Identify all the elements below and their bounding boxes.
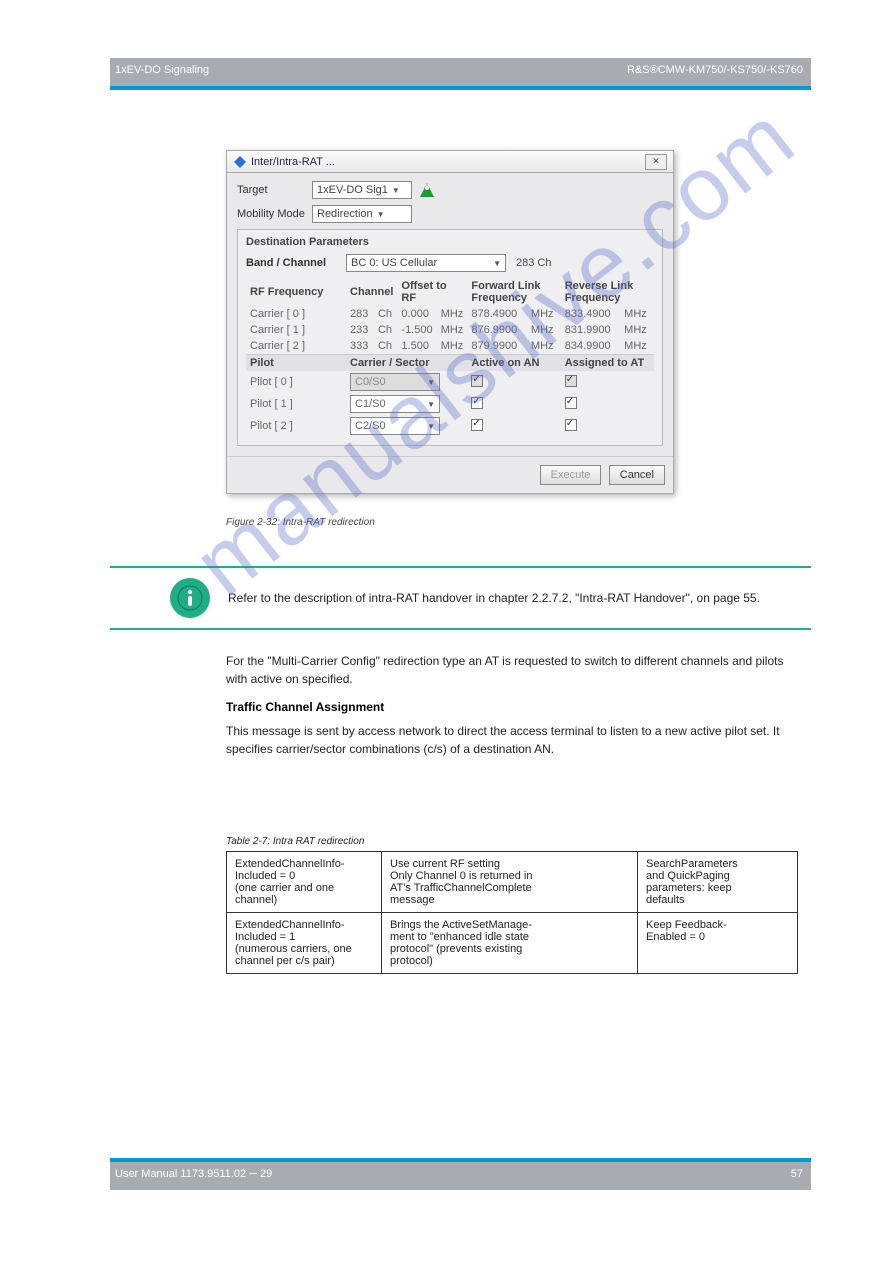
group-title: Destination Parameters: [246, 236, 654, 248]
mobility-dropdown[interactable]: Redirection ▼: [312, 205, 412, 223]
chevron-down-icon: ▼: [427, 422, 435, 431]
col-active-an: Active on AN: [467, 355, 560, 372]
target-value: 1xEV-DO Sig1: [317, 184, 388, 196]
mobility-label: Mobility Mode: [237, 208, 312, 220]
col-forward: Forward Link Frequency: [467, 278, 560, 306]
band-label: Band / Channel: [246, 257, 346, 269]
chevron-down-icon: ▼: [377, 210, 385, 219]
table-caption: Table 2-7: Intra RAT redirection: [226, 836, 798, 847]
col-carrier-sector: Carrier / Sector: [346, 355, 467, 372]
cancel-button[interactable]: Cancel: [609, 465, 665, 485]
info-callout: Refer to the description of intra-RAT ha…: [110, 566, 811, 630]
mobility-value: Redirection: [317, 208, 373, 220]
window-icon: [233, 155, 247, 169]
body-text: For the "Multi-Carrier Config" redirecti…: [226, 652, 793, 764]
footer-left: User Manual 1173.9511.02 ─ 29: [115, 1168, 272, 1180]
target-dropdown[interactable]: 1xEV-DO Sig1 ▼: [312, 181, 412, 199]
dialog-footer: Execute Cancel: [227, 456, 673, 493]
pilot1-dropdown[interactable]: C1/S0▼: [350, 395, 440, 413]
table-row: ExtendedChannelInfo- Included = 1 (numer…: [227, 913, 798, 974]
col-assigned-at: Assigned to AT: [561, 355, 654, 372]
subheading: Traffic Channel Assignment: [226, 698, 793, 716]
band-dropdown[interactable]: BC 0: US Cellular ▼: [346, 254, 506, 272]
figure-caption: Figure 2-32: Intra-RAT redirection: [226, 517, 375, 528]
pilot1-assigned-checkbox[interactable]: [565, 397, 577, 409]
pilot0-active-checkbox: [471, 375, 483, 387]
table-row: Pilot [ 0 ] C0/S0▼: [246, 371, 654, 393]
target-label: Target: [237, 184, 312, 196]
table-row: Carrier [ 1 ] 233Ch -1.500MHz 876.9900MH…: [246, 322, 654, 338]
table-row: Pilot [ 1 ] C1/S0▼: [246, 393, 654, 415]
col-offset: Offset to RF: [397, 278, 467, 306]
table-row: Carrier [ 2 ] 333Ch 1.500MHz 879.9900MHz…: [246, 338, 654, 355]
paragraph: This message is sent by access network t…: [226, 722, 793, 758]
table-row: ExtendedChannelInfo- Included = 0 (one c…: [227, 852, 798, 913]
close-icon[interactable]: ✕: [645, 154, 667, 170]
pilot2-active-checkbox[interactable]: [471, 419, 483, 431]
pilot0-assigned-checkbox: [565, 375, 577, 387]
info-icon: [170, 578, 210, 618]
footer-page-number: 57: [791, 1168, 803, 1180]
pilot0-dropdown: C0/S0▼: [350, 373, 440, 391]
table-row: Carrier [ 0 ] 283Ch 0.000MHz 878.4900MHz…: [246, 306, 654, 322]
pilot2-assigned-checkbox[interactable]: [565, 419, 577, 431]
antenna-icon: [418, 181, 436, 199]
table-row: Pilot [ 2 ] C2/S0▼: [246, 415, 654, 437]
chevron-down-icon: ▼: [493, 259, 501, 268]
pilot2-dropdown[interactable]: C2/S0▼: [350, 417, 440, 435]
intra-rat-table: Table 2-7: Intra RAT redirection Extende…: [226, 836, 798, 974]
chevron-down-icon: ▼: [427, 378, 435, 387]
col-reverse: Reverse Link Frequency: [561, 278, 654, 306]
dialog-titlebar[interactable]: Inter/Intra-RAT ... ✕: [227, 151, 673, 173]
chevron-down-icon: ▼: [392, 186, 400, 195]
col-channel: Channel: [346, 278, 397, 306]
dialog-title-text: Inter/Intra-RAT ...: [251, 156, 335, 168]
band-channel: 283 Ch: [516, 257, 551, 269]
destination-group: Destination Parameters Band / Channel BC…: [237, 229, 663, 446]
pilot1-active-checkbox[interactable]: [471, 397, 483, 409]
pilot-label: Pilot: [246, 355, 346, 372]
header-left: 1xEV-DO Signaling: [115, 64, 209, 76]
carrier-table: RF Frequency Channel Offset to RF Forwar…: [246, 278, 654, 437]
header-right: R&S®CMW-KM750/-KS750/-KS760: [627, 64, 803, 76]
callout-rule-bottom: [110, 628, 811, 630]
dialog-window: Inter/Intra-RAT ... ✕ Target 1xEV-DO Sig…: [226, 150, 674, 494]
execute-button[interactable]: Execute: [540, 465, 602, 485]
paragraph: For the "Multi-Carrier Config" redirecti…: [226, 652, 793, 688]
rf-label: RF Frequency: [250, 286, 323, 298]
dialog-body: Target 1xEV-DO Sig1 ▼ Mobility Mode Redi…: [227, 173, 673, 456]
band-value: BC 0: US Cellular: [351, 257, 437, 269]
header-accent: [110, 86, 811, 90]
callout-text: Refer to the description of intra-RAT ha…: [228, 590, 760, 607]
chevron-down-icon: ▼: [427, 400, 435, 409]
